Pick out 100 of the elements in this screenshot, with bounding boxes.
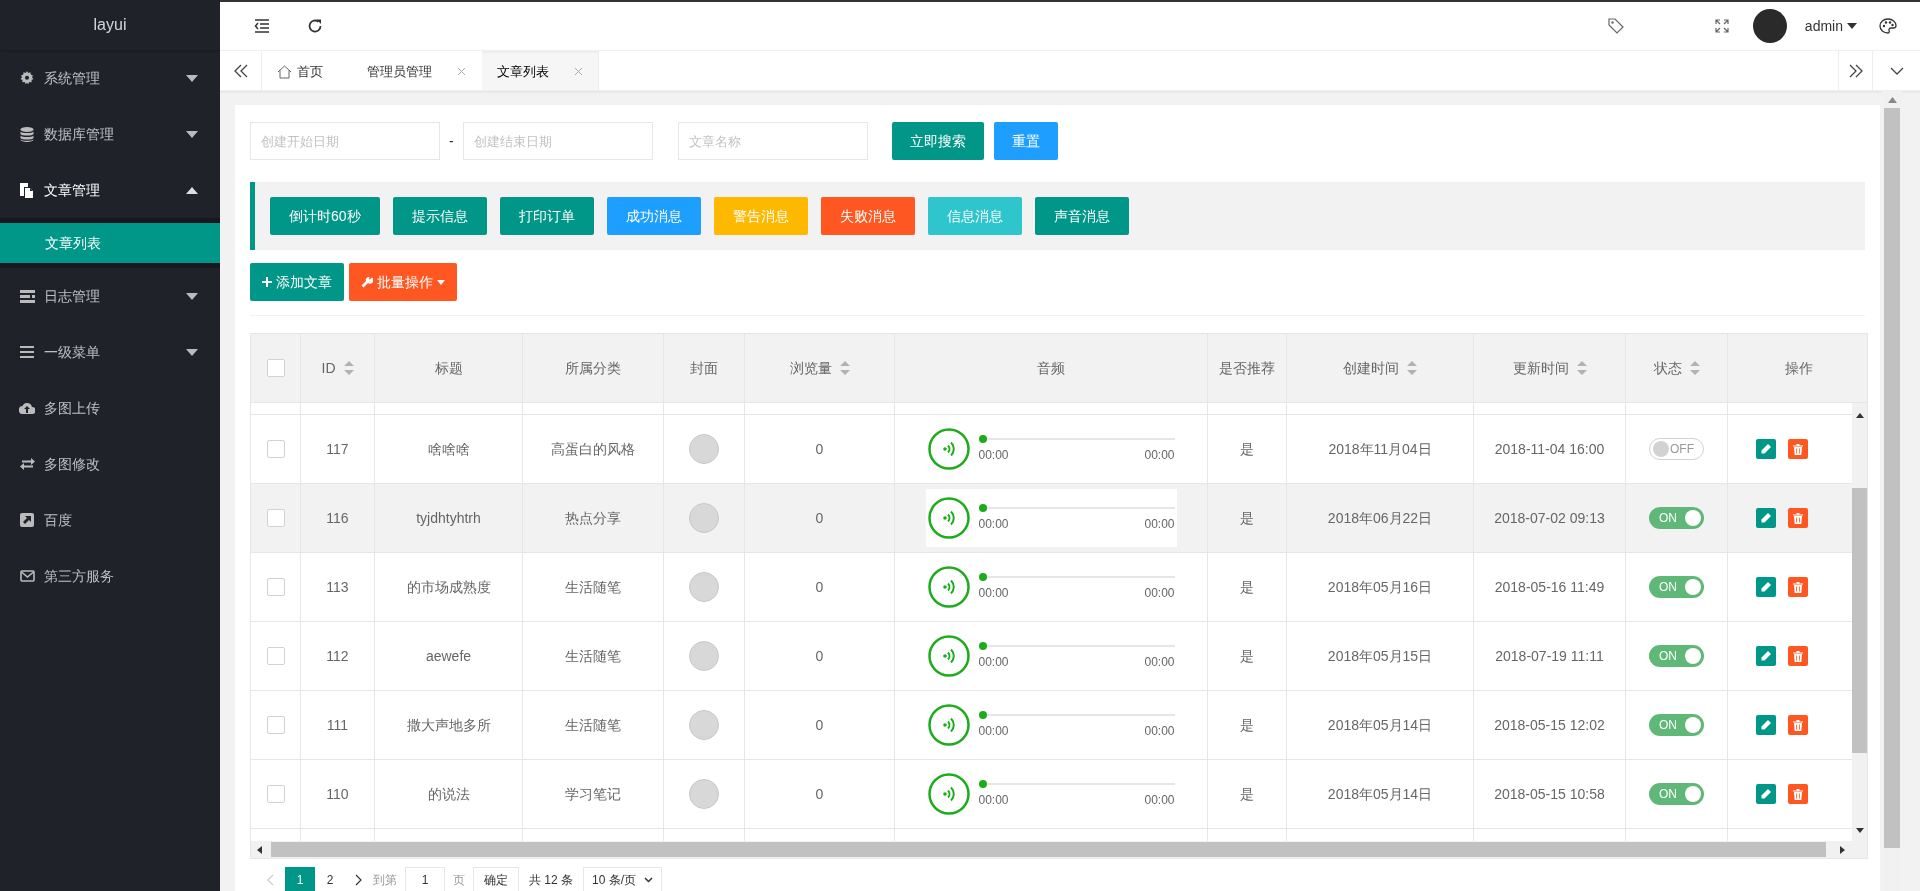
batch-actions-button[interactable]: 批量操作 [349,263,457,301]
sort-icon[interactable] [1689,361,1700,375]
message-button[interactable]: 声音消息 [1034,197,1129,235]
edit-button[interactable] [1756,646,1776,666]
audio-play-icon[interactable] [927,497,970,539]
audio-player[interactable]: 00:00 00:00 [925,489,1177,547]
message-button[interactable]: 失败消息 [820,197,915,235]
audio-player[interactable]: 00:00 00:00 [925,627,1177,685]
close-icon[interactable] [574,67,583,76]
checkbox[interactable] [266,509,285,527]
palette-icon[interactable] [1879,18,1897,34]
sidebar-item[interactable]: 百度 [0,492,220,548]
table-row[interactable]: 117 啥啥啥 高蛋白的风格 0 00:00 00:00 是 2018年11月04日 2018-11-04 16:00 OFF [251,415,1852,484]
pencil-icon [1761,789,1771,799]
user-menu[interactable]: admin [1804,15,1857,37]
column-header[interactable]: 状态 [1653,357,1682,379]
column-header[interactable]: 创建时间 [1343,357,1399,379]
audio-play-icon[interactable] [927,704,970,746]
message-button[interactable]: 提示信息 [392,197,487,235]
checkbox[interactable] [266,578,285,596]
edit-button[interactable] [1756,715,1776,735]
column-header[interactable]: 浏览量 [789,357,832,379]
sidebar-item[interactable]: 第三方服务 [0,548,220,604]
table-row[interactable]: 111 撒大声地多所 生活随笔 0 00:00 00:00 是 2018年05月14日 2018-05-15 12:02 ON [251,691,1852,760]
refresh-icon[interactable] [307,18,323,34]
edit-button[interactable] [1756,439,1776,459]
audio-player[interactable]: 00:00 00:00 [925,420,1177,478]
table-row[interactable]: 110 的说法 学习笔记 0 00:00 00:00 是 2018年05月14日 2018-05-15 10:58 ON [251,760,1852,829]
delete-button[interactable] [1788,784,1808,804]
checkbox[interactable] [266,647,285,665]
page-number-field[interactable]: 1 [405,867,445,891]
sidebar-item[interactable]: 系统管理 [0,50,220,106]
sidebar-item[interactable]: 一级菜单 [0,324,220,380]
menu-collapse-icon[interactable] [254,19,270,33]
end-date-field[interactable]: 创建结束日期 [462,122,653,160]
sidebar-item[interactable]: 日志管理 [0,268,220,324]
delete-button[interactable] [1788,508,1808,528]
scroll-down-icon[interactable] [1855,828,1864,833]
created-date-cell-text: 2018年05月16日 [1327,577,1433,597]
fullscreen-icon[interactable] [1714,19,1729,33]
close-icon[interactable] [457,67,466,76]
search-button[interactable]: 立即搜索 [891,122,984,160]
page-tab[interactable]: 管理员管理 [352,51,482,90]
table-row[interactable]: 113 的市场成熟度 生活随笔 0 00:00 00:00 是 2018年05月16日 2018-05-16 11:49 ON [251,553,1852,622]
start-date-field[interactable]: 创建开始日期 [250,122,440,160]
audio-player[interactable]: 00:00 00:00 [925,558,1177,616]
sort-icon[interactable] [1576,361,1587,375]
table-row[interactable]: 116 tyjdhtyhtrh 热点分享 0 00:00 00:00 是 2018年06月22日 2018-07-02 09:13 ON [251,484,1852,553]
checkbox[interactable] [266,440,285,458]
sort-icon[interactable] [839,361,850,375]
message-button[interactable]: 倒计时60秒 [270,197,380,235]
sidebar-subitem[interactable]: 文章列表 [0,223,220,263]
sort-icon[interactable] [343,361,354,375]
sidebar-item[interactable]: 多图修改 [0,436,220,492]
next-page-icon[interactable] [355,874,363,886]
scroll-left-icon[interactable] [257,845,262,854]
sidebar-item[interactable]: 多图上传 [0,380,220,436]
sidebar-item[interactable]: 文章管理 [0,162,220,218]
title-search-field[interactable]: 文章名称 [677,122,868,160]
page-button[interactable]: 1 [285,867,315,891]
delete-button[interactable] [1788,646,1808,666]
sidebar-item[interactable]: 数据库管理 [0,106,220,162]
avatar[interactable] [1752,9,1787,43]
scroll-right-icon[interactable] [1840,845,1845,854]
audio-play-icon[interactable] [927,566,970,608]
table-vertical-scrollbar[interactable] [1852,403,1867,841]
audio-play-icon[interactable] [927,773,970,815]
checkbox[interactable] [266,785,285,803]
chevron-down-icon [1889,66,1904,75]
delete-button[interactable] [1788,439,1808,459]
page-size-select[interactable]: 10 条/页 [583,867,663,891]
updated-time-cell-text: 2018-07-02 09:13 [1494,508,1605,528]
checkbox[interactable] [266,359,285,377]
swap-arrows-icon [19,458,35,470]
table-row[interactable]: 112 aewefe 生活随笔 0 00:00 00:00 是 2018年05月15日 2018-07-19 11:11 ON [251,622,1852,691]
page-button[interactable]: 2 [315,867,345,891]
previous-page-icon[interactable] [266,874,274,886]
sort-icon[interactable] [1407,361,1417,375]
audio-player[interactable]: 00:00 00:00 [925,696,1177,754]
scroll-up-icon[interactable] [1855,413,1864,418]
add-article-button[interactable]: 添加文章 [250,263,344,301]
edit-button[interactable] [1756,577,1776,597]
audio-progress-track[interactable] [978,503,1175,512]
confirm-button[interactable]: 确定 [473,867,519,891]
delete-button[interactable] [1788,577,1808,597]
column-header[interactable]: ID [321,357,336,379]
audio-player[interactable]: 00:00 00:00 [925,765,1177,823]
edit-button[interactable] [1756,508,1776,528]
logo-text[interactable]: layui [93,13,127,37]
audio-play-icon[interactable] [927,635,970,677]
tag-icon[interactable] [1607,18,1624,34]
edit-button[interactable] [1756,784,1776,804]
page-tab[interactable]: 首页 [262,51,352,90]
table-horizontal-scrollbar[interactable] [251,841,1867,858]
message-button[interactable]: 打印订单 [499,197,594,235]
page-tab[interactable]: 文章列表 [482,51,599,90]
column-header[interactable]: 更新时间 [1512,357,1569,379]
checkbox[interactable] [266,716,285,734]
audio-play-icon[interactable] [927,428,970,470]
delete-button[interactable] [1788,715,1808,735]
